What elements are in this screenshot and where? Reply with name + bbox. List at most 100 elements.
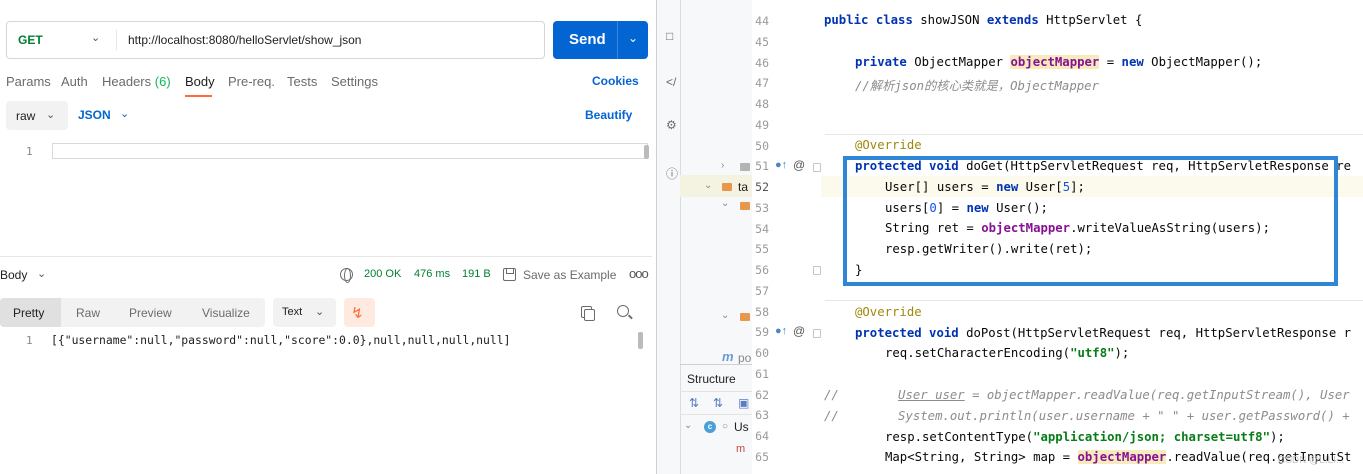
response-format-select[interactable]: Text ⌄ xyxy=(273,298,336,327)
tab-auth[interactable]: Auth xyxy=(61,74,88,89)
view-tab-pretty[interactable]: Pretty xyxy=(13,306,44,320)
fold-icon[interactable] xyxy=(813,266,821,275)
send-label: Send xyxy=(569,31,606,48)
response-format-label: Text xyxy=(282,306,303,318)
chevron-down-icon[interactable]: ⌄ xyxy=(704,180,712,191)
divider xyxy=(680,391,752,392)
sort-alpha-icon[interactable]: ⇅ xyxy=(713,396,723,410)
editor-gutter xyxy=(752,0,821,474)
divider xyxy=(116,30,117,50)
line-number: 58 xyxy=(755,304,769,319)
chevron-down-icon[interactable]: ⌄ xyxy=(721,310,729,321)
chevron-down-icon[interactable]: ⌄ xyxy=(628,31,638,45)
code-line-59: protected void doPost(HttpServletRequest… xyxy=(855,326,1352,340)
chevron-down-icon: ⌄ xyxy=(315,306,325,318)
code-line-60: req.setCharacterEncoding("utf8"); xyxy=(885,346,1130,360)
maven-icon: m xyxy=(722,349,734,364)
more-options-icon[interactable]: ooo xyxy=(629,266,649,281)
tab-pre-request[interactable]: Pre-req. xyxy=(228,74,275,89)
method-separator xyxy=(825,300,1363,301)
divider xyxy=(680,414,752,415)
response-body-text[interactable]: [{"username":null,"password":null,"score… xyxy=(51,333,510,347)
globe-icon[interactable] xyxy=(340,268,353,283)
scrollbar[interactable] xyxy=(644,145,649,159)
method-select[interactable]: GET xyxy=(18,33,43,47)
line-number: 63 xyxy=(755,408,769,423)
chevron-down-icon[interactable]: ⌄ xyxy=(91,31,100,44)
divider xyxy=(680,364,752,365)
send-button[interactable]: Send ⌄ xyxy=(553,21,648,59)
gear-icon[interactable]: ⚙ xyxy=(666,118,677,132)
wrap-icon: ↯ xyxy=(351,305,364,322)
at-icon[interactable]: @ xyxy=(793,324,805,338)
tab-params[interactable]: Params xyxy=(6,74,51,89)
chevron-right-icon[interactable]: › xyxy=(721,160,724,171)
line-number: 1 xyxy=(26,145,33,158)
fold-icon[interactable] xyxy=(813,329,821,338)
line-number: 47 xyxy=(755,76,769,91)
line-number: 59 xyxy=(755,325,769,340)
tab-body[interactable]: Body xyxy=(185,74,215,89)
chevron-down-icon[interactable]: ⌄ xyxy=(120,107,129,120)
structure-item-method[interactable]: m xyxy=(736,443,745,455)
code-icon[interactable]: </ xyxy=(666,75,676,89)
url-input[interactable]: http://localhost:8080/helloServlet/show_… xyxy=(128,33,361,47)
sort-icon[interactable]: ⇅ xyxy=(689,396,699,410)
body-type-label: raw xyxy=(16,109,36,123)
body-type-select[interactable]: raw ⌄ xyxy=(6,101,68,130)
line-number: 54 xyxy=(755,221,769,236)
line-number: 55 xyxy=(755,242,769,257)
response-section-label[interactable]: Body xyxy=(0,268,27,282)
headers-count: (6) xyxy=(154,74,171,89)
folder-icon xyxy=(740,202,750,210)
chevron-down-icon[interactable]: ⌄ xyxy=(37,267,46,280)
structure-item-class[interactable]: Us xyxy=(734,420,749,434)
wrap-lines-button[interactable]: ↯ xyxy=(344,298,375,327)
tree-item[interactable]: ta xyxy=(738,180,748,194)
chevron-down-icon[interactable]: ⌄ xyxy=(684,420,692,431)
request-url-bar: GET ⌄ http://localhost:8080/helloServlet… xyxy=(6,21,545,59)
chevron-down-icon[interactable]: ⌄ xyxy=(721,198,729,209)
active-tab-indicator xyxy=(185,95,212,97)
fold-icon[interactable] xyxy=(813,163,821,172)
commit-icon[interactable]: □ xyxy=(666,29,673,43)
code-line-64: resp.setContentType("application/json; c… xyxy=(885,430,1285,444)
tab-tests[interactable]: Tests xyxy=(287,74,317,89)
save-as-example-button[interactable]: Save as Example xyxy=(523,268,616,282)
code-line-62: // User user = objectMapper.readValue(re… xyxy=(824,388,1350,402)
tree-item[interactable]: po xyxy=(738,351,751,365)
line-number: 57 xyxy=(755,283,769,298)
request-body-line[interactable] xyxy=(52,143,648,159)
class-icon: c xyxy=(704,421,716,433)
tab-headers[interactable]: Headers (6) xyxy=(102,74,171,89)
search-icon[interactable] xyxy=(617,305,629,317)
tab-settings[interactable]: Settings xyxy=(331,74,378,89)
status-code[interactable]: 200 OK xyxy=(364,268,401,280)
copy-icon[interactable] xyxy=(581,306,595,321)
view-tab-raw[interactable]: Raw xyxy=(76,306,100,320)
save-icon[interactable] xyxy=(503,268,516,281)
line-number: 52 xyxy=(755,180,769,194)
line-number: 64 xyxy=(755,429,769,443)
override-marker-icon[interactable]: ●↑ xyxy=(775,325,787,337)
response-time[interactable]: 476 ms xyxy=(414,268,450,280)
code-line-58: @Override xyxy=(855,305,922,319)
view-tab-visualize[interactable]: Visualize xyxy=(202,306,250,320)
structure-panel-title[interactable]: Structure xyxy=(687,372,736,386)
at-icon[interactable]: @ xyxy=(793,158,805,172)
body-format-select[interactable]: JSON xyxy=(78,108,111,122)
view-tab-preview[interactable]: Preview xyxy=(129,306,172,320)
override-marker-icon[interactable]: ●↑ xyxy=(775,159,787,171)
response-size[interactable]: 191 B xyxy=(462,268,491,280)
cookies-link[interactable]: Cookies xyxy=(592,74,639,88)
line-number: 51 xyxy=(755,159,769,174)
info-icon[interactable]: ⓘ xyxy=(666,165,678,182)
beautify-button[interactable]: Beautify xyxy=(585,108,632,122)
line-number: 48 xyxy=(755,97,769,111)
ide-tool-strip xyxy=(657,0,680,474)
line-number: 49 xyxy=(755,117,769,132)
scrollbar[interactable] xyxy=(638,332,643,349)
line-number: 50 xyxy=(755,138,769,153)
filter-icon[interactable]: ▣ xyxy=(738,396,749,410)
method-separator xyxy=(825,134,1363,135)
